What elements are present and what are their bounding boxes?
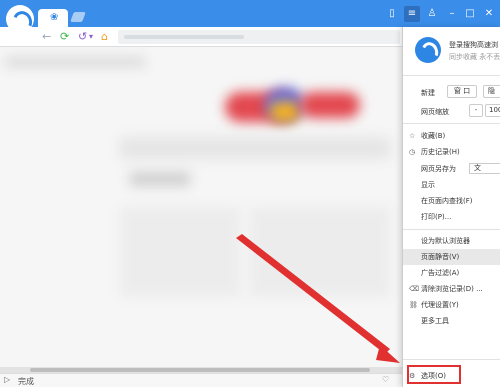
tab-active[interactable]: ❀ — [38, 9, 68, 27]
menu-item-label: 网页另存为 — [421, 165, 456, 173]
new-label: 新建 — [421, 89, 435, 97]
menu-item-label: 打印(P)... — [421, 213, 452, 221]
new-window-button[interactable]: 窗 口 — [447, 85, 477, 98]
address-bar[interactable] — [118, 30, 400, 44]
account-logo-icon[interactable] — [415, 37, 441, 63]
zoom-out-button[interactable]: - — [469, 104, 483, 117]
status-text: 完成 — [18, 377, 34, 386]
paw-icon: ❀ — [50, 12, 59, 23]
zoom-label: 网页缩放 — [421, 108, 449, 116]
home-icon[interactable]: ⌂ — [101, 30, 108, 44]
close-icon[interactable]: ✕ — [481, 6, 497, 22]
minimize-icon[interactable]: – — [444, 6, 460, 22]
login-link[interactable]: 登录搜狗高速浏 — [449, 40, 498, 50]
menu-item-favorites[interactable]: ☆ 收藏(B) — [403, 128, 500, 144]
shield-icon[interactable]: ♡ — [382, 375, 389, 384]
star-icon: ☆ — [409, 132, 416, 140]
menu-item-label: 页面静音(V) — [421, 253, 460, 261]
menu-item-label: 显示 — [421, 181, 435, 189]
menu-item-clear-history[interactable]: ⌫ 清除浏览记录(D) ... — [403, 281, 500, 297]
link-icon: ⛓ — [409, 301, 418, 309]
refresh-icon[interactable]: ⟳ — [60, 30, 69, 44]
menu-item-history[interactable]: ◷ 历史记录(H) — [403, 144, 500, 160]
page-content — [0, 47, 402, 367]
menu-item-ad-filter[interactable]: 广告过滤(A) — [403, 265, 500, 281]
zoom-value: 100 — [485, 104, 500, 117]
skin-icon[interactable]: ♙ — [424, 6, 440, 22]
menu-item-label: 广告过滤(A) — [421, 269, 460, 277]
menu-item-default-browser[interactable]: 设为默认浏览器 — [403, 233, 500, 249]
restore-icon[interactable]: □ — [462, 6, 478, 22]
menu-item-label: 收藏(B) — [421, 132, 446, 140]
save-as-format[interactable]: 文 — [469, 163, 500, 174]
annotation-highlight-box — [407, 365, 461, 384]
divider — [403, 123, 500, 124]
menu-item-label: 代理设置(Y) — [421, 301, 459, 309]
menu-item-save-as[interactable]: 网页另存为 文 — [403, 161, 500, 177]
menu-item-label: 更多工具 — [421, 317, 449, 325]
menu-item-mute[interactable]: 页面静音(V) — [403, 249, 500, 265]
menu-item-label: 历史记录(H) — [421, 148, 460, 156]
annotation-arrow — [236, 234, 400, 363]
menu-item-label: 在页面内查找(F) — [421, 197, 473, 205]
sidebar-icon[interactable]: ▯ — [384, 6, 400, 22]
eraser-icon: ⌫ — [409, 285, 419, 293]
menu-item-proxy[interactable]: ⛓ 代理设置(Y) — [403, 297, 500, 313]
menu-item-display[interactable]: 显示 — [403, 177, 500, 193]
back-icon[interactable]: ← — [42, 30, 51, 44]
browser-logo — [6, 5, 34, 33]
title-bar: ❀ ▯ ≡ ♙ – □ ✕ — [0, 0, 500, 27]
divider — [403, 229, 500, 230]
menu-item-find[interactable]: 在页面内查找(F) — [403, 193, 500, 209]
menu-item-label: 清除浏览记录(D) ... — [421, 285, 483, 293]
clock-icon: ◷ — [409, 148, 416, 156]
sync-hint: 同步收藏 永不丢 — [449, 53, 500, 61]
menu-item-print[interactable]: 打印(P)... — [403, 209, 500, 225]
divider — [403, 359, 500, 360]
new-tab-button[interactable] — [70, 12, 86, 22]
undo-dropdown-icon[interactable]: ▾ — [89, 30, 93, 44]
play-icon[interactable]: ▷ — [4, 375, 10, 384]
main-menu: 登录搜狗高速浏 同步收藏 永不丢 新建 窗 口 隐 网页缩放 - 100 ☆ 收… — [402, 27, 500, 387]
divider — [403, 75, 500, 76]
new-incognito-button[interactable]: 隐 — [483, 85, 500, 98]
menu-item-more-tools[interactable]: 更多工具 — [403, 313, 500, 329]
menu-item-label: 设为默认浏览器 — [421, 237, 470, 245]
undo-icon[interactable]: ↺ — [78, 30, 87, 44]
menu-icon[interactable]: ≡ — [404, 6, 420, 22]
